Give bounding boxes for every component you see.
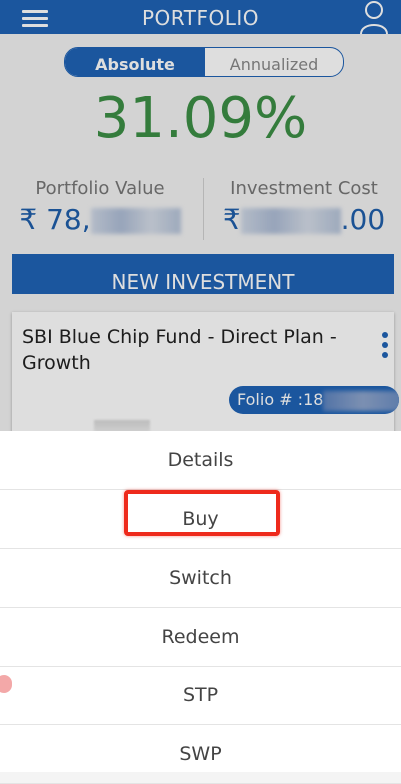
sheet-item-swp[interactable]: SWP	[0, 725, 401, 784]
sheet-item-redeem[interactable]: Redeem	[0, 608, 401, 667]
sheet-item-stp[interactable]: STP	[0, 666, 401, 725]
action-sheet: Details Buy Switch Redeem STP SWP	[0, 431, 401, 784]
sheet-item-details[interactable]: Details	[0, 431, 401, 490]
sheet-item-switch[interactable]: Switch	[0, 549, 401, 608]
buy-highlight-box	[124, 490, 280, 536]
